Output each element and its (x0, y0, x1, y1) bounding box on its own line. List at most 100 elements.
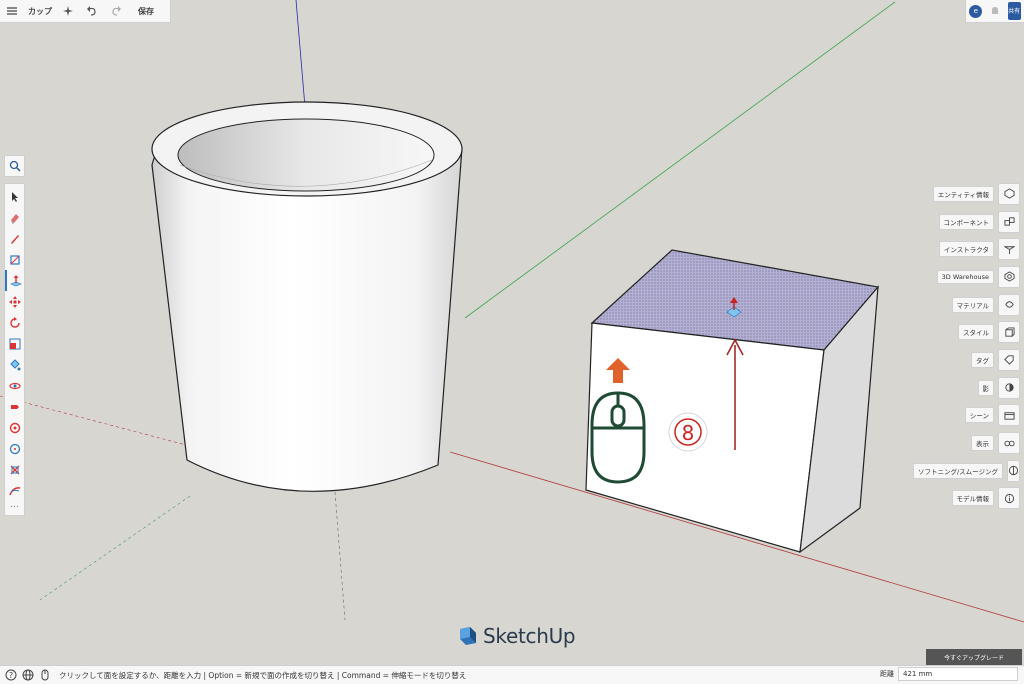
model-title[interactable]: カップ (24, 6, 56, 17)
tool-circle[interactable] (5, 438, 24, 459)
rectangle-icon (9, 254, 20, 265)
tool-select[interactable] (5, 186, 24, 207)
upgrade-button[interactable]: 今すぐアップグレード (926, 649, 1022, 665)
orbit-icon (8, 382, 21, 389)
materials-icon[interactable] (998, 293, 1020, 316)
measure-input[interactable]: 421 mm (898, 667, 1018, 681)
push-pull-icon (9, 274, 22, 286)
search-tool-button[interactable] (4, 155, 25, 177)
panel-row-tags[interactable]: タグ (920, 346, 1020, 374)
tool-rotate[interactable] (5, 312, 24, 333)
red-axis-left (0, 395, 191, 447)
panel-row-soften-smooth[interactable]: ソフトニング/スムージング (912, 457, 1020, 485)
tool-push-pull[interactable] (5, 270, 24, 291)
pencil-icon (10, 234, 19, 244)
left-toolbar: … (4, 183, 25, 516)
tags-icon[interactable] (998, 348, 1020, 371)
undo-icon (87, 6, 96, 16)
components-icon[interactable] (998, 210, 1020, 233)
panel-row-warehouse[interactable]: 3D Warehouse (920, 263, 1020, 291)
panel-label[interactable]: コンポーネント (938, 213, 994, 230)
panel-row-shadows[interactable]: 影 (920, 374, 1020, 402)
instructor-icon[interactable] (998, 238, 1020, 261)
tool-orbit[interactable] (5, 375, 24, 396)
panel-label[interactable]: シーン (964, 407, 994, 424)
tape-measure-icon (10, 404, 19, 409)
follow-me-icon (8, 486, 20, 495)
menu-button[interactable] (0, 0, 24, 22)
panel-label[interactable]: マテリアル (951, 296, 994, 313)
move-icon (8, 295, 21, 308)
panel-row-display[interactable]: 表示 (920, 429, 1020, 457)
notification-icon[interactable] (989, 5, 1001, 17)
panel-row-styles[interactable]: スタイル (920, 318, 1020, 346)
green-axis-dashed (39, 495, 191, 601)
soften-smooth-icon[interactable] (1007, 459, 1020, 482)
globe-icon (22, 669, 34, 681)
panel-label[interactable]: 3D Warehouse (936, 269, 994, 284)
display-icon[interactable] (998, 432, 1020, 455)
save-button[interactable]: 保存 (138, 6, 154, 17)
panel-label[interactable]: 表示 (971, 435, 994, 452)
tool-section[interactable] (5, 417, 24, 438)
panel-row-scenes[interactable]: シーン (920, 402, 1020, 430)
tool-paint[interactable] (5, 354, 24, 375)
instructor-button[interactable] (39, 669, 51, 681)
tool-offset[interactable] (5, 459, 24, 480)
panel-label[interactable]: ソフトニング/スムージング (912, 462, 1003, 479)
entity-info-icon[interactable] (998, 182, 1020, 205)
magic-button[interactable] (56, 0, 80, 22)
styles-icon[interactable] (998, 321, 1020, 344)
tool-scale[interactable] (5, 333, 24, 354)
panel-label[interactable]: タグ (971, 351, 994, 368)
box-model (585, 249, 880, 554)
right-panel: エンティティ情報 コンポーネント インストラクタ 3D Warehouse マテリアルス… (912, 180, 1020, 513)
circle-icon (9, 443, 20, 454)
model-viewport[interactable]: 8 (0, 0, 1024, 665)
scenes-icon[interactable] (998, 404, 1020, 427)
sparkle-icon (63, 6, 73, 16)
help-icon: ? (5, 669, 17, 681)
select-icon (11, 191, 18, 202)
panel-row-components[interactable]: コンポーネント (920, 208, 1020, 236)
panel-row-entity-info[interactable]: エンティティ情報 (920, 180, 1020, 208)
eraser-icon (10, 213, 19, 224)
tool-follow-me[interactable] (5, 480, 24, 501)
panel-row-model-info[interactable]: モデル情報 (920, 485, 1020, 513)
more-tools-button[interactable]: … (5, 501, 24, 513)
measure-label: 距離 (880, 670, 894, 678)
share-button[interactable]: 共有 (1007, 2, 1021, 20)
panel-label[interactable]: 影 (977, 379, 994, 396)
globe-button[interactable] (22, 669, 34, 681)
model-info-icon[interactable] (998, 487, 1020, 510)
top-right-bar: e 共有 (965, 0, 1024, 23)
svg-text:?: ? (9, 671, 13, 680)
offset-icon (10, 465, 19, 474)
tool-tape[interactable] (5, 396, 24, 417)
svg-text:8: 8 (682, 421, 695, 445)
panel-label[interactable]: モデル情報 (951, 490, 994, 507)
tool-pencil[interactable] (5, 228, 24, 249)
rotate-icon (9, 316, 20, 328)
tool-move[interactable] (5, 291, 24, 312)
undo-button[interactable] (80, 0, 104, 22)
shadows-icon[interactable] (998, 376, 1020, 399)
panel-label[interactable]: エンティティ情報 (932, 185, 994, 202)
panel-row-instructor[interactable]: インストラクタ (920, 235, 1020, 263)
tool-rectangle[interactable] (5, 249, 24, 270)
panel-label[interactable]: インストラクタ (938, 241, 994, 258)
tool-eraser[interactable] (5, 207, 24, 228)
measurements-box: 距離 421 mm (880, 667, 1018, 681)
panel-label[interactable]: スタイル (958, 324, 994, 341)
avatar[interactable]: e (969, 4, 983, 18)
redo-button[interactable] (104, 0, 128, 22)
cup-model (151, 101, 463, 492)
warehouse-icon[interactable] (998, 265, 1020, 288)
hamburger-menu-icon (7, 7, 17, 15)
status-message: クリックして面を設定するか、距離を入力 | Option = 新規で面の作成を切… (59, 670, 467, 680)
search-icon (9, 160, 21, 172)
step-number-badge: 8 (668, 412, 708, 452)
panel-row-materials[interactable]: マテリアル (920, 291, 1020, 319)
sketchup-logo: SketchUp (456, 624, 576, 648)
help-button[interactable]: ? (5, 669, 17, 681)
